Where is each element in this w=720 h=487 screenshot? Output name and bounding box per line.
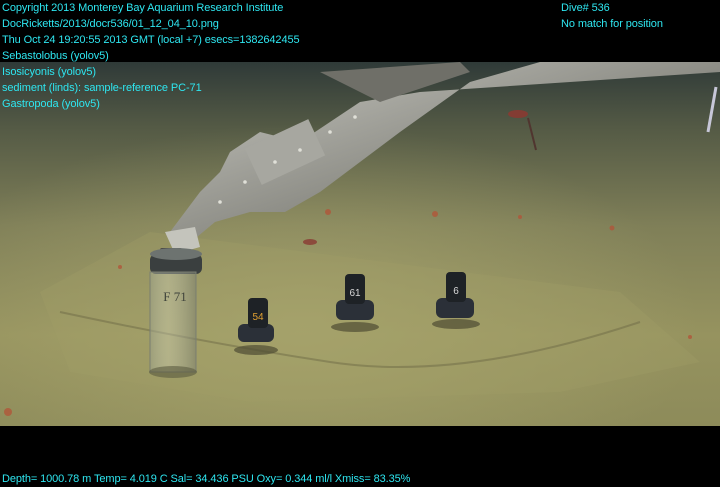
annotation-isosicyonis: Isosicyonis (yolov5)	[2, 66, 96, 78]
core-label-2: 61	[349, 288, 361, 299]
dive-number: Dive# 536	[561, 2, 610, 14]
header-info-left: Copyright 2013 Monterey Bay Aquarium Res…	[2, 0, 300, 112]
image-path-line: DocRicketts/2013/docr536/01_12_04_10.png	[2, 18, 219, 30]
core-label-1: 54	[252, 312, 264, 323]
core-tube-label-f71: F 71	[163, 289, 187, 304]
seafloor-image	[0, 62, 720, 426]
copyright-line: Copyright 2013 Monterey Bay Aquarium Res…	[2, 2, 284, 14]
core-label-3: 6	[453, 286, 459, 297]
timestamp-line: Thu Oct 24 19:20:55 2013 GMT (local +7) …	[2, 34, 300, 46]
position-status: No match for position	[561, 18, 663, 30]
header-info-right: Dive# 536 No match for position	[561, 0, 663, 32]
annotation-sebastolobus: Sebastolobus (yolov5)	[2, 50, 109, 62]
annotation-gastropoda: Gastropoda (yolov5)	[2, 98, 100, 110]
annotation-sediment: sediment (linds): sample-reference PC-71	[2, 82, 202, 94]
sensor-readout: Depth= 1000.78 m Temp= 4.019 C Sal= 34.4…	[2, 473, 411, 485]
